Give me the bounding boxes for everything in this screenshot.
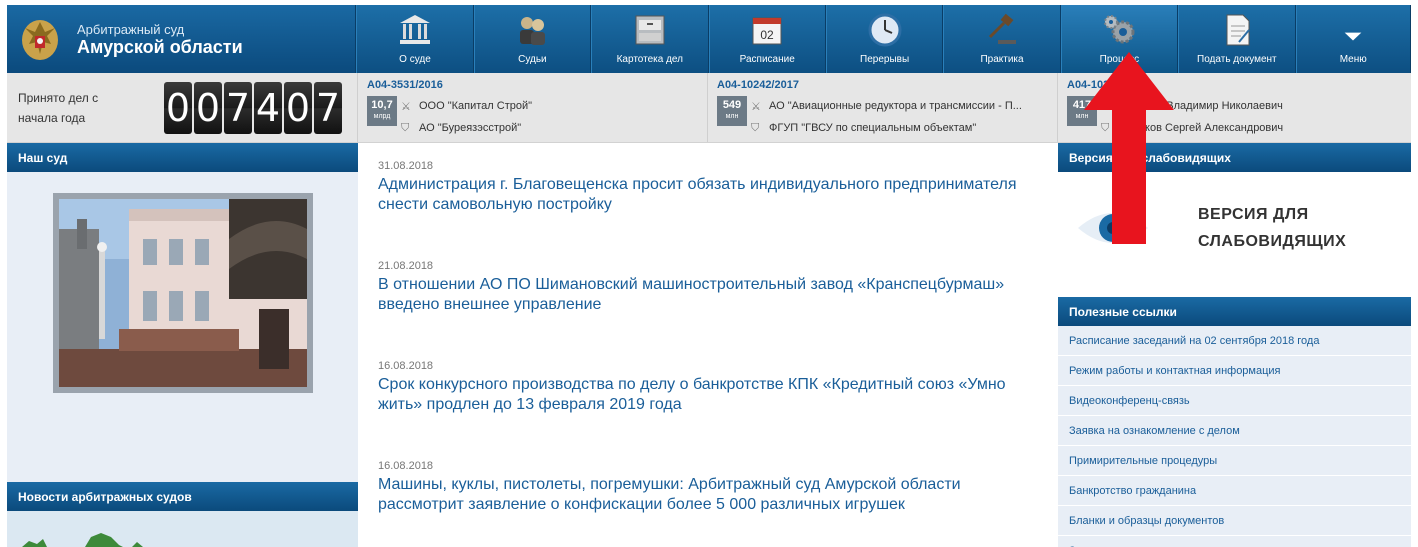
claim-amount-value: 10,7 xyxy=(371,99,393,111)
clock-icon xyxy=(868,13,902,47)
nav-about-court-label: О суде xyxy=(399,54,431,65)
counter-label-line2: начала года xyxy=(18,111,86,125)
counter-digit: 0 xyxy=(164,82,192,134)
court-type-label: Арбитражный суд xyxy=(77,21,185,37)
claim-amount-badge: 549 млн xyxy=(717,96,747,126)
gears-icon xyxy=(1104,15,1135,44)
nav-case-files[interactable]: Картотека дел xyxy=(591,5,709,73)
top-navigation-bar: Арбитражный суд Амурской области О суде … xyxy=(7,5,1411,73)
useful-link[interactable]: Видеоконференц-связь xyxy=(1058,386,1411,416)
news-item: 31.08.2018 Администрация г. Благовещенск… xyxy=(378,160,1048,260)
file-cabinet-icon xyxy=(635,15,665,45)
news-date: 21.08.2018 xyxy=(378,260,434,272)
claim-amount-unit: млн xyxy=(725,113,739,120)
gavel-icon xyxy=(988,13,1017,44)
claim-amount-unit: млрд xyxy=(373,113,391,120)
defendant-name: ФГУП "ГВСУ по специальным объектам" xyxy=(769,122,977,134)
case-number-link[interactable]: А04-3531/2016 xyxy=(367,79,707,91)
nav-breaks[interactable]: Перерывы xyxy=(825,5,944,73)
nav-breaks-label: Перерывы xyxy=(860,54,910,65)
accessibility-text-line1: ВЕРСИЯ ДЛЯ xyxy=(1198,206,1309,223)
case-number-link[interactable]: А04-10242/2017 xyxy=(717,79,1057,91)
plaintiff-name: ООО "Капитал Строй" xyxy=(419,100,533,112)
arbitration-news-heading: Новости арбитражных судов xyxy=(7,482,358,511)
useful-link[interactable]: Заявка на ознакомление с делом xyxy=(1058,416,1411,446)
accessibility-text-line2: СЛАБОВИДЯЩИХ xyxy=(1198,233,1347,250)
nav-case-files-label: Картотека дел xyxy=(616,54,683,65)
useful-link[interactable]: Банкротство гражданина xyxy=(1058,476,1411,506)
counter-digit: 7 xyxy=(314,82,342,134)
useful-link[interactable]: Расписание заседаний на 02 сентября 2018… xyxy=(1058,326,1411,356)
news-item: 16.08.2018 Срок конкурсного производства… xyxy=(378,360,1048,460)
news-title-link[interactable]: В отношении АО ПО Шимановский машиностро… xyxy=(378,275,1048,315)
claim-amount-badge: 10,7 млрд xyxy=(367,96,397,126)
counter-label-line1: Принято дел с xyxy=(18,91,99,105)
nav-menu-label: Меню xyxy=(1339,54,1367,65)
news-date: 31.08.2018 xyxy=(378,160,434,172)
shield-icon: ⛉ xyxy=(401,122,410,134)
counter-label: Принято дел с начала года xyxy=(18,88,158,128)
defendant-name: АО "Буреязэсстрой" xyxy=(419,122,522,134)
claim-amount-value: 549 xyxy=(722,99,742,111)
nav-judges-label: Судьи xyxy=(518,54,547,65)
courthouse-icon xyxy=(399,15,430,44)
useful-links-heading: Полезные ссылки xyxy=(1058,297,1411,326)
counter-digit: 7 xyxy=(224,82,252,134)
useful-link[interactable]: Бланки и образцы документов xyxy=(1058,506,1411,536)
our-court-heading: Наш суд xyxy=(7,143,358,172)
stats-bar: Принято дел с начала года 0 0 7 4 0 7 А0… xyxy=(7,73,1411,143)
counter-digit: 0 xyxy=(284,82,312,134)
chevron-down-icon xyxy=(1344,32,1362,41)
calendar-icon: 02 xyxy=(752,17,782,45)
news-date: 16.08.2018 xyxy=(378,460,434,472)
calendar-day-text: 02 xyxy=(761,28,775,42)
nav-submit-document-label: Подать документ xyxy=(1197,54,1277,65)
shield-icon: ⛉ xyxy=(751,122,760,134)
judges-icon xyxy=(520,17,546,45)
court-region-label: Амурской области xyxy=(77,36,243,57)
news-title-link[interactable]: Срок конкурсного производства по делу о … xyxy=(378,375,1048,415)
nav-judges[interactable]: Судьи xyxy=(473,5,592,73)
counter-digit: 4 xyxy=(254,82,282,134)
nav-practice-label: Практика xyxy=(980,54,1024,65)
nav-schedule[interactable]: 02 Расписание xyxy=(708,5,826,73)
arbitration-news-section: Новости арбитражных судов xyxy=(7,482,358,511)
red-arrow-annotation xyxy=(1084,52,1174,244)
useful-link[interactable]: Задать вопрос председателю xyxy=(1058,536,1411,547)
russia-map-preview[interactable] xyxy=(7,511,358,547)
featured-case: А04-10242/2017 549 млн ⚔ АО "Авиационные … xyxy=(708,73,1058,142)
nav-menu[interactable]: Меню xyxy=(1295,5,1411,73)
news-title-link[interactable]: Администрация г. Благовещенска просит об… xyxy=(378,175,1048,215)
court-building-photo[interactable] xyxy=(53,193,313,393)
nav-practice[interactable]: Практика xyxy=(943,5,1061,73)
news-title-link[interactable]: Машины, куклы, пистолеты, погремушки: Ар… xyxy=(378,475,1048,515)
news-item: 21.08.2018 В отношении АО ПО Шимановский… xyxy=(378,260,1048,360)
news-item: 16.08.2018 Машины, куклы, пистолеты, пог… xyxy=(378,460,1048,547)
court-brand[interactable]: Арбитражный суд Амурской области xyxy=(7,5,357,73)
counter-digit: 0 xyxy=(194,82,222,134)
featured-case: А04-3531/2016 10,7 млрд ⚔ ООО "Капитал Ст… xyxy=(358,73,708,142)
news-date: 16.08.2018 xyxy=(378,360,434,372)
coat-of-arms-icon xyxy=(22,20,58,60)
swords-icon: ⚔ xyxy=(751,101,761,113)
court-building-image xyxy=(59,199,307,387)
map-icon xyxy=(22,533,143,547)
left-sidebar: Наш суд Новости арбитражных судов xyxy=(7,143,358,547)
swords-icon: ⚔ xyxy=(401,101,411,113)
news-feed: 31.08.2018 Администрация г. Благовещенск… xyxy=(378,160,1048,547)
nav-about-court[interactable]: О суде xyxy=(356,5,474,73)
plaintiff-name: АО "Авиационные редуктора и трансмиссии … xyxy=(769,100,1022,112)
nav-schedule-label: Расписание xyxy=(739,54,795,65)
cases-counter: Принято дел с начала года 0 0 7 4 0 7 xyxy=(7,73,358,143)
useful-link[interactable]: Примирительные процедуры xyxy=(1058,446,1411,476)
useful-link[interactable]: Режим работы и контактная информация xyxy=(1058,356,1411,386)
counter-digits: 0 0 7 4 0 7 xyxy=(164,82,342,134)
nav-submit-document[interactable]: Подать документ xyxy=(1178,5,1296,73)
document-icon xyxy=(1226,14,1250,46)
